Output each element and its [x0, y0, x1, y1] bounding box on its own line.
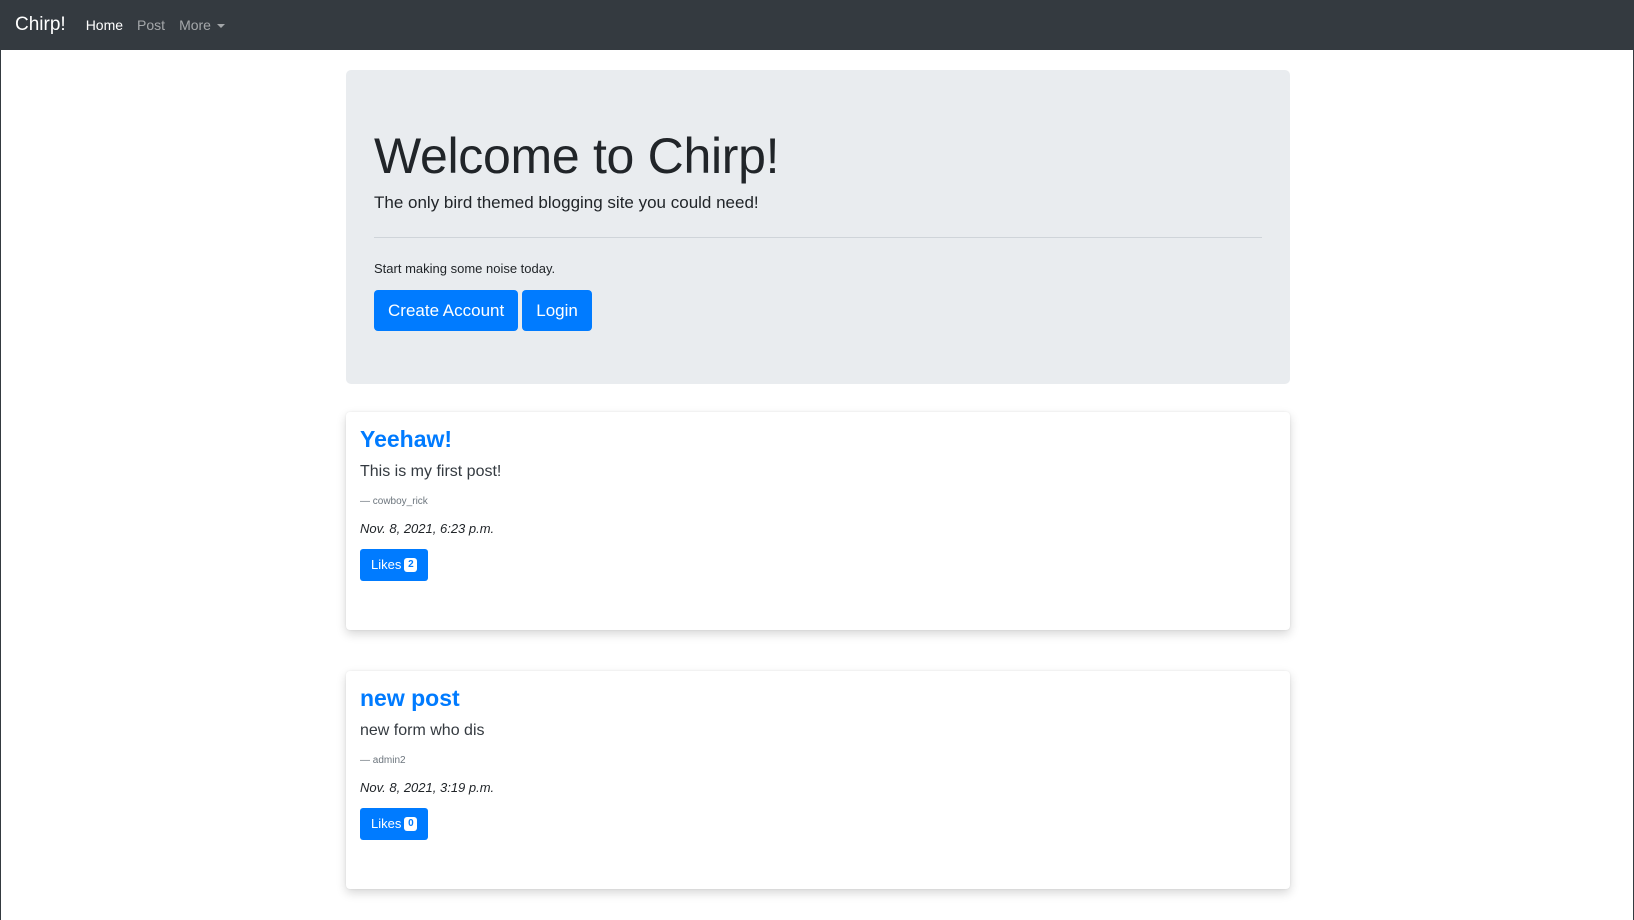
hero-lead-text: The only bird themed blogging site you c…	[374, 193, 759, 212]
likes-count-badge: 2	[404, 557, 418, 572]
nav-post-link[interactable]: Post	[137, 17, 165, 33]
page: Chirp! Home Post More Welcome to Chirp! …	[0, 0, 1634, 920]
hero-cta-text: Start making some noise today.	[374, 261, 556, 276]
likes-label: Likes	[371, 816, 402, 832]
nav-more-label: More	[179, 17, 211, 33]
nav-home-link[interactable]: Home	[86, 17, 123, 33]
hero-title: Welcome to Chirp!	[374, 128, 780, 184]
welcome-hero: Welcome to Chirp! The only bird themed b…	[346, 70, 1290, 384]
post-body: This is my first post!	[360, 462, 502, 480]
post-title-link[interactable]: Yeehaw!	[360, 426, 1276, 454]
post-author: — admin2	[360, 754, 406, 766]
post-body: new form who dis	[360, 721, 485, 739]
hero-divider	[374, 237, 1262, 238]
likes-button[interactable]: Likes 2	[360, 548, 429, 581]
post-card: Yeehaw! This is my first post! — cowboy_…	[346, 412, 1290, 630]
post-author: — cowboy_rick	[360, 495, 428, 507]
login-button[interactable]: Login	[522, 290, 592, 331]
create-account-button[interactable]: Create Account	[374, 290, 519, 331]
post-title-link[interactable]: new post	[360, 685, 1276, 713]
caret-down-icon	[216, 23, 225, 28]
brand-logo-link[interactable]: Chirp!	[15, 14, 66, 36]
likes-button[interactable]: Likes 0	[360, 807, 429, 840]
post-card: new post new form who dis — admin2 Nov. …	[346, 671, 1290, 889]
likes-label: Likes	[371, 557, 402, 573]
post-date: Nov. 8, 2021, 3:19 p.m.	[360, 779, 495, 795]
likes-count-badge: 0	[404, 816, 418, 831]
nav-more-dropdown[interactable]: More	[179, 17, 225, 33]
post-date: Nov. 8, 2021, 6:23 p.m.	[360, 520, 495, 536]
top-navbar: Chirp! Home Post More	[1, 0, 1633, 50]
hero-button-group: Create Account Login	[374, 290, 1262, 331]
